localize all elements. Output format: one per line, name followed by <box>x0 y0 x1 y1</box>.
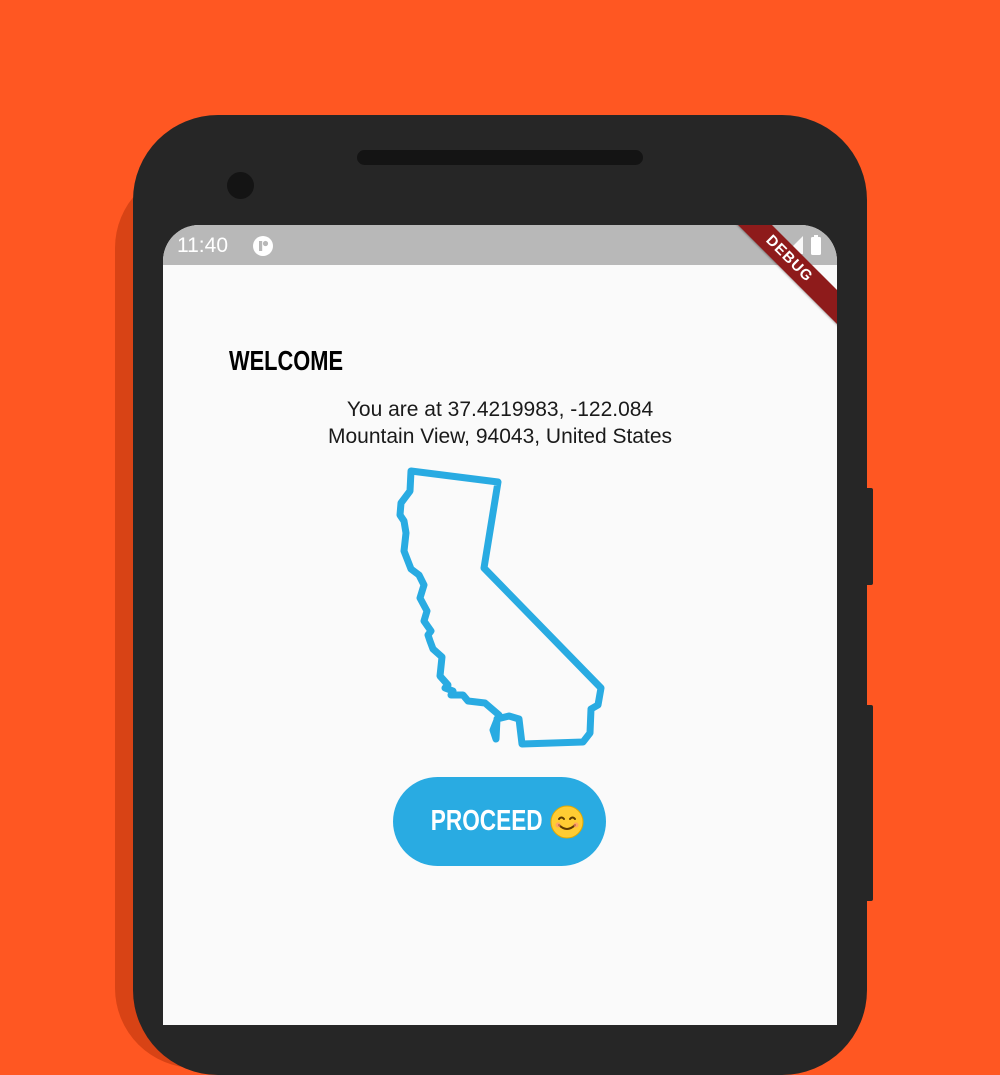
california-outline-icon <box>396 467 605 748</box>
earpiece-speaker <box>357 150 643 165</box>
front-camera <box>227 172 254 199</box>
power-button <box>864 705 873 901</box>
phone-screen: 11:40 DEBUG Welcome You are at 37.421998… <box>163 225 837 1025</box>
volume-button <box>864 488 873 585</box>
battery-icon <box>811 235 821 255</box>
location-coordinates: You are at 37.4219983, -122.084 <box>346 398 654 421</box>
status-time: 11:40 <box>177 234 228 257</box>
status-bar: 11:40 <box>163 225 837 265</box>
welcome-heading: Welcome <box>229 345 344 376</box>
location-text: You are at 37.4219983, -122.084 Mountain… <box>163 396 837 450</box>
proceed-button-label: Proceed <box>430 805 543 837</box>
smiling-face-icon <box>550 805 584 838</box>
app-notification-icon <box>253 236 273 256</box>
location-address: Mountain View, 94043, United States <box>327 425 672 448</box>
proceed-button[interactable]: Proceed <box>393 777 606 866</box>
